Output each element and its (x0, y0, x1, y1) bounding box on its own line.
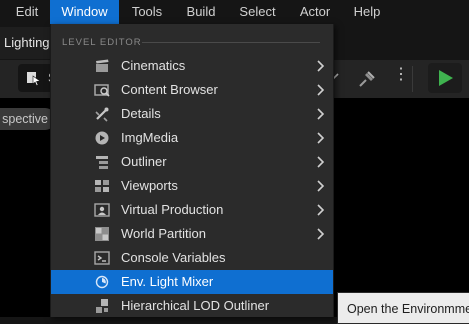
chevron-right-icon (315, 227, 325, 241)
content-browser-icon (94, 82, 110, 98)
menu-item-outliner[interactable]: Outliner (51, 150, 333, 174)
menu-item-label: Content Browser (121, 82, 218, 97)
menu-item-console-variables[interactable]: Console Variables (51, 246, 333, 270)
menu-item-imgmedia[interactable]: ImgMedia (51, 126, 333, 150)
chevron-right-icon (315, 203, 325, 217)
chevron-right-icon (315, 131, 325, 145)
menu-item-label: Virtual Production (121, 202, 224, 217)
toolbar-divider (412, 66, 413, 92)
play-icon (439, 70, 453, 86)
section-header: LEVEL EDITOR (62, 37, 142, 48)
menu-item-label: Viewports (121, 178, 178, 193)
play-button[interactable] (428, 63, 462, 93)
chevron-right-icon (315, 155, 325, 169)
menu-build[interactable]: Build (175, 0, 227, 24)
menu-item-env-light-mixer[interactable]: Env. Light Mixer (51, 270, 333, 294)
menu-item-viewports[interactable]: Viewports (51, 174, 333, 198)
clapperboard-icon (94, 58, 110, 74)
menu-actor[interactable]: Actor (288, 0, 342, 24)
menu-item-content-browser[interactable]: Content Browser (51, 78, 333, 102)
section-divider (142, 42, 320, 43)
snap-icon[interactable] (357, 69, 377, 89)
menu-item-label: Env. Light Mixer (121, 274, 214, 289)
menu-item-label: Details (121, 106, 161, 121)
chevron-right-icon (315, 59, 325, 73)
menu-bar: Edit Window Tools Build Select Actor Hel… (0, 0, 469, 24)
menu-item-virtual-production[interactable]: Virtual Production (51, 198, 333, 222)
outliner-icon (94, 154, 110, 170)
media-icon (94, 130, 110, 146)
world-partition-icon (94, 226, 110, 242)
menu-item-label: ImgMedia (121, 130, 179, 145)
menu-item-label: Outliner (121, 154, 167, 169)
details-icon (94, 106, 110, 122)
menu-item-cinematics[interactable]: Cinematics (51, 54, 333, 78)
select-mode-icon (27, 72, 41, 86)
menu-item-label: Cinematics (121, 58, 186, 73)
more-vertical-icon[interactable]: ⋮ (393, 67, 409, 83)
viewports-icon (94, 178, 110, 194)
light-mixer-icon (94, 274, 110, 290)
menu-item-label: World Partition (121, 226, 207, 241)
hlod-icon (94, 298, 110, 314)
menu-item-label: Console Variables (121, 250, 226, 265)
perspective-button[interactable]: spective (0, 108, 56, 130)
menu-item-hierarchical-lod-outliner[interactable]: Hierarchical LOD Outliner (51, 294, 333, 318)
chevron-right-icon (315, 179, 325, 193)
window-menu-dropdown: LEVEL EDITOR Cinematics Content Browser … (50, 24, 334, 317)
menu-item-details[interactable]: Details (51, 102, 333, 126)
menu-item-world-partition[interactable]: World Partition (51, 222, 333, 246)
virtual-production-icon (94, 202, 110, 218)
chevron-right-icon (315, 83, 325, 97)
chevron-right-icon (315, 107, 325, 121)
menu-item-label: Hierarchical LOD Outliner (121, 298, 270, 313)
menu-edit[interactable]: Edit (4, 0, 50, 24)
menu-window[interactable]: Window (50, 0, 119, 24)
console-variables-icon (94, 250, 110, 266)
menu-help[interactable]: Help (342, 0, 392, 24)
menu-tools[interactable]: Tools (119, 0, 175, 24)
menu-select[interactable]: Select (227, 0, 288, 24)
tooltip: Open the Environmment (337, 292, 469, 324)
